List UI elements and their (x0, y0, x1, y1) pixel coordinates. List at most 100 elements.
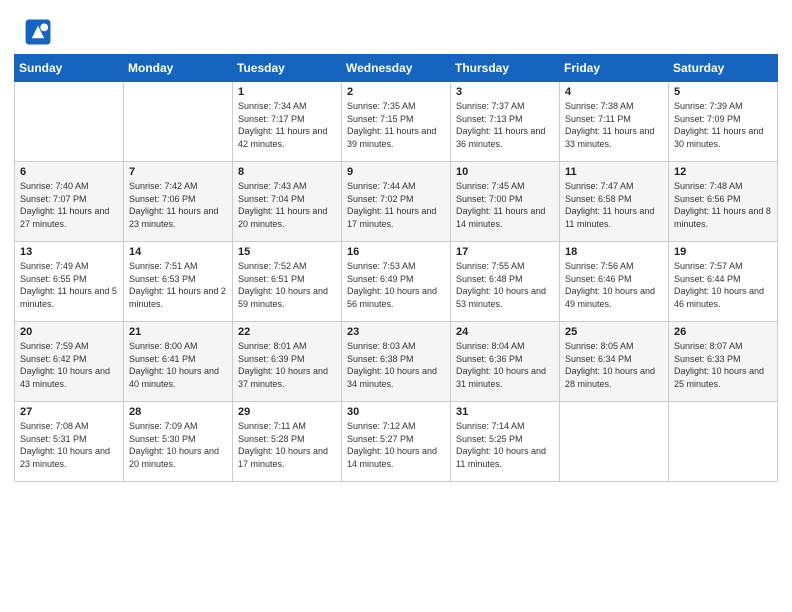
day-info: Sunrise: 7:38 AM Sunset: 7:11 PM Dayligh… (565, 100, 663, 150)
day-info: Sunrise: 7:39 AM Sunset: 7:09 PM Dayligh… (674, 100, 772, 150)
day-info: Sunrise: 8:07 AM Sunset: 6:33 PM Dayligh… (674, 340, 772, 390)
calendar-cell: 10Sunrise: 7:45 AM Sunset: 7:00 PM Dayli… (451, 162, 560, 242)
calendar-cell: 24 Sunrise: 8:04 AM Sunset: 6:36 PM Dayli… (451, 322, 560, 402)
day-info: Sunrise: 7:43 AM Sunset: 7:04 PM Dayligh… (238, 180, 336, 230)
day-info: Sunrise: 7:49 AM Sunset: 6:55 PM Dayligh… (20, 260, 118, 310)
weekday-header: Saturday (669, 55, 778, 82)
calendar-cell: 21 Sunrise: 8:00 AM Sunset: 6:41 PM Dayli… (124, 322, 233, 402)
calendar-cell: 9Sunrise: 7:44 AM Sunset: 7:02 PM Daylig… (342, 162, 451, 242)
day-info: Sunrise: 7:34 AM Sunset: 7:17 PM Dayligh… (238, 100, 336, 150)
calendar-week-row: 27 Sunrise: 7:08 AM Sunset: 5:31 PM Dayli… (15, 402, 778, 482)
calendar-cell: 31 Sunrise: 7:14 AM Sunset: 5:25 PM Dayli… (451, 402, 560, 482)
day-info: Sunrise: 7:09 AM Sunset: 5:30 PM Dayligh… (129, 420, 227, 470)
day-number: 30 (347, 406, 445, 418)
day-number: 21 (129, 326, 227, 338)
calendar-cell: 6Sunrise: 7:40 AM Sunset: 7:07 PM Daylig… (15, 162, 124, 242)
day-number: 22 (238, 326, 336, 338)
calendar-cell (15, 82, 124, 162)
day-number: 8 (238, 166, 336, 178)
day-info: Sunrise: 7:42 AM Sunset: 7:06 PM Dayligh… (129, 180, 227, 230)
day-number: 2 (347, 86, 445, 98)
calendar-cell: 14 Sunrise: 7:51 AM Sunset: 6:53 PM Dayli… (124, 242, 233, 322)
calendar-cell: 5 Sunrise: 7:39 AM Sunset: 7:09 PM Daylig… (669, 82, 778, 162)
calendar-cell: 19Sunrise: 7:57 AM Sunset: 6:44 PM Dayli… (669, 242, 778, 322)
calendar-cell: 28Sunrise: 7:09 AM Sunset: 5:30 PM Dayli… (124, 402, 233, 482)
day-number: 24 (456, 326, 554, 338)
day-info: Sunrise: 7:56 AM Sunset: 6:46 PM Dayligh… (565, 260, 663, 310)
day-number: 25 (565, 326, 663, 338)
day-info: Sunrise: 7:59 AM Sunset: 6:42 PM Dayligh… (20, 340, 118, 390)
day-info: Sunrise: 7:44 AM Sunset: 7:02 PM Dayligh… (347, 180, 445, 230)
day-number: 26 (674, 326, 772, 338)
day-info: Sunrise: 7:08 AM Sunset: 5:31 PM Dayligh… (20, 420, 118, 470)
day-info: Sunrise: 7:51 AM Sunset: 6:53 PM Dayligh… (129, 260, 227, 310)
calendar-cell: 26 Sunrise: 8:07 AM Sunset: 6:33 PM Dayli… (669, 322, 778, 402)
day-number: 12 (674, 166, 772, 178)
calendar-cell (560, 402, 669, 482)
day-number: 18 (565, 246, 663, 258)
calendar-cell: 12 Sunrise: 7:48 AM Sunset: 6:56 PM Dayli… (669, 162, 778, 242)
page: SundayMondayTuesdayWednesdayThursdayFrid… (0, 0, 792, 612)
calendar-cell: 4 Sunrise: 7:38 AM Sunset: 7:11 PM Daylig… (560, 82, 669, 162)
day-number: 29 (238, 406, 336, 418)
day-info: Sunrise: 7:35 AM Sunset: 7:15 PM Dayligh… (347, 100, 445, 150)
weekday-header: Monday (124, 55, 233, 82)
weekday-header-row: SundayMondayTuesdayWednesdayThursdayFrid… (15, 55, 778, 82)
day-info: Sunrise: 8:04 AM Sunset: 6:36 PM Dayligh… (456, 340, 554, 390)
day-number: 13 (20, 246, 118, 258)
calendar-week-row: 1 Sunrise: 7:34 AM Sunset: 7:17 PM Daylig… (15, 82, 778, 162)
day-info: Sunrise: 7:48 AM Sunset: 6:56 PM Dayligh… (674, 180, 772, 230)
weekday-header: Sunday (15, 55, 124, 82)
calendar-cell: 15 Sunrise: 7:52 AM Sunset: 6:51 PM Dayli… (233, 242, 342, 322)
logo-icon (24, 18, 52, 46)
calendar-week-row: 20 Sunrise: 7:59 AM Sunset: 6:42 PM Dayli… (15, 322, 778, 402)
day-info: Sunrise: 7:47 AM Sunset: 6:58 PM Dayligh… (565, 180, 663, 230)
day-info: Sunrise: 7:12 AM Sunset: 5:27 PM Dayligh… (347, 420, 445, 470)
day-number: 4 (565, 86, 663, 98)
day-info: Sunrise: 7:45 AM Sunset: 7:00 PM Dayligh… (456, 180, 554, 230)
day-info: Sunrise: 7:55 AM Sunset: 6:48 PM Dayligh… (456, 260, 554, 310)
day-info: Sunrise: 7:52 AM Sunset: 6:51 PM Dayligh… (238, 260, 336, 310)
day-info: Sunrise: 7:14 AM Sunset: 5:25 PM Dayligh… (456, 420, 554, 470)
day-number: 14 (129, 246, 227, 258)
day-info: Sunrise: 7:40 AM Sunset: 7:07 PM Dayligh… (20, 180, 118, 230)
calendar-cell: 1 Sunrise: 7:34 AM Sunset: 7:17 PM Daylig… (233, 82, 342, 162)
day-info: Sunrise: 8:00 AM Sunset: 6:41 PM Dayligh… (129, 340, 227, 390)
calendar-cell: 16 Sunrise: 7:53 AM Sunset: 6:49 PM Dayli… (342, 242, 451, 322)
day-number: 11 (565, 166, 663, 178)
weekday-header: Thursday (451, 55, 560, 82)
calendar-cell: 25 Sunrise: 8:05 AM Sunset: 6:34 PM Dayli… (560, 322, 669, 402)
calendar-table: SundayMondayTuesdayWednesdayThursdayFrid… (14, 54, 778, 482)
header (0, 0, 792, 54)
day-number: 7 (129, 166, 227, 178)
calendar-week-row: 13 Sunrise: 7:49 AM Sunset: 6:55 PM Dayli… (15, 242, 778, 322)
calendar-cell: 27 Sunrise: 7:08 AM Sunset: 5:31 PM Dayli… (15, 402, 124, 482)
logo (24, 18, 54, 46)
day-info: Sunrise: 8:05 AM Sunset: 6:34 PM Dayligh… (565, 340, 663, 390)
weekday-header: Wednesday (342, 55, 451, 82)
day-number: 5 (674, 86, 772, 98)
day-number: 15 (238, 246, 336, 258)
calendar-cell: 17 Sunrise: 7:55 AM Sunset: 6:48 PM Dayli… (451, 242, 560, 322)
calendar-cell: 18 Sunrise: 7:56 AM Sunset: 6:46 PM Dayli… (560, 242, 669, 322)
calendar-cell: 7 Sunrise: 7:42 AM Sunset: 7:06 PM Daylig… (124, 162, 233, 242)
day-number: 20 (20, 326, 118, 338)
calendar-cell (669, 402, 778, 482)
calendar-cell: 13 Sunrise: 7:49 AM Sunset: 6:55 PM Dayli… (15, 242, 124, 322)
day-number: 27 (20, 406, 118, 418)
calendar-cell: 11 Sunrise: 7:47 AM Sunset: 6:58 PM Dayli… (560, 162, 669, 242)
calendar-cell: 3Sunrise: 7:37 AM Sunset: 7:13 PM Daylig… (451, 82, 560, 162)
day-info: Sunrise: 8:03 AM Sunset: 6:38 PM Dayligh… (347, 340, 445, 390)
day-number: 31 (456, 406, 554, 418)
calendar-cell: 29Sunrise: 7:11 AM Sunset: 5:28 PM Dayli… (233, 402, 342, 482)
day-number: 16 (347, 246, 445, 258)
day-number: 17 (456, 246, 554, 258)
calendar: SundayMondayTuesdayWednesdayThursdayFrid… (0, 54, 792, 612)
day-info: Sunrise: 7:53 AM Sunset: 6:49 PM Dayligh… (347, 260, 445, 310)
weekday-header: Friday (560, 55, 669, 82)
day-number: 1 (238, 86, 336, 98)
day-info: Sunrise: 7:37 AM Sunset: 7:13 PM Dayligh… (456, 100, 554, 150)
calendar-week-row: 6Sunrise: 7:40 AM Sunset: 7:07 PM Daylig… (15, 162, 778, 242)
calendar-cell: 23 Sunrise: 8:03 AM Sunset: 6:38 PM Dayli… (342, 322, 451, 402)
day-number: 23 (347, 326, 445, 338)
